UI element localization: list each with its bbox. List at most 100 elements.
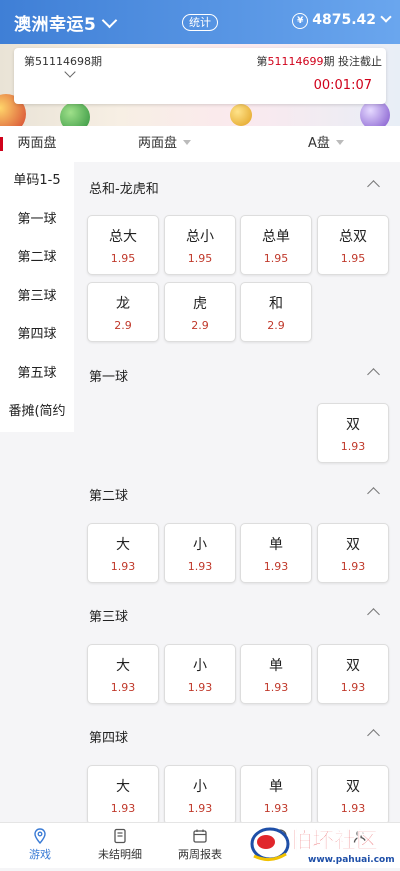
dropdown-arrow-icon [183,140,192,145]
bet-option[interactable]: 总小 1.95 [164,215,236,275]
section-title: 第二球 [89,489,129,504]
bet-option[interactable] [240,403,312,463]
sidebar: 单码1-5 第一球 第二球 第三球 第四球 第五球 番摊(简约 [0,162,74,432]
bet-option[interactable]: 虎 2.9 [164,282,236,342]
bet-option[interactable]: 单 1.93 [240,765,312,822]
watermark-logo-icon: 怕坏社区 www.pahuai.com [250,827,395,865]
current-period-prefix: 第 [256,55,268,68]
bet-option[interactable] [87,403,159,463]
nav-label: 未结明细 [98,848,142,861]
app-header: 澳洲幸运5 统计 ¥4875.42 [0,0,400,44]
svg-text:怕坏社区: 怕坏社区 [290,828,378,854]
option-name: 总小 [186,229,214,245]
sidebar-item-ball-3[interactable]: 第三球 [0,278,74,317]
option-name: 双 [346,537,360,553]
bet-option[interactable]: 小 1.93 [164,523,236,583]
option-name: 小 [193,537,207,553]
bet-option[interactable]: 龙 2.9 [87,282,159,342]
game-title: 澳洲幸运5 [14,15,97,35]
bet-option[interactable]: 双 1.93 [317,644,389,704]
option-name: 单 [269,779,283,795]
collapse-icon[interactable] [367,368,380,381]
bet-option[interactable]: 总单 1.95 [240,215,312,275]
lottery-ball-icon [230,104,252,126]
option-odds: 2.9 [191,319,209,332]
play-tabs: 两面盘 两面盘 A盘 [0,126,400,162]
location-icon [34,828,46,844]
option-name: 龙 [116,296,130,312]
current-period-number: 51114699 [267,55,324,68]
watermark: 怕坏社区 www.pahuai.com [246,818,396,867]
bet-option[interactable]: 双 1.93 [317,523,389,583]
nav-two-week-report[interactable]: 两周报表 [160,823,240,868]
sidebar-item-single-1-5[interactable]: 单码1-5 [0,162,74,201]
option-name: 双 [346,779,360,795]
game-selector[interactable]: 澳洲幸运5 [14,10,118,35]
calendar-icon [193,829,207,843]
chevron-down-icon [102,12,118,29]
bet-option[interactable]: 大 1.93 [87,765,159,822]
option-odds: 1.93 [187,560,213,573]
bet-option[interactable]: 双 1.93 [317,403,389,463]
bet-option[interactable]: 单 1.93 [240,523,312,583]
option-odds: 2.9 [267,319,285,332]
bet-option[interactable]: 总大 1.95 [87,215,159,275]
bet-option[interactable] [164,403,236,463]
play-type-dropdown[interactable]: 两面盘 [138,126,192,162]
collapse-icon[interactable] [367,608,380,621]
stats-button[interactable]: 统计 [182,14,218,31]
collapse-icon[interactable] [367,729,380,742]
balance-display[interactable]: ¥4875.42 [292,11,392,29]
dropdown-arrow-icon [335,140,344,145]
option-name: 总双 [339,229,367,245]
bet-option[interactable]: 小 1.93 [164,644,236,704]
option-odds: 1.93 [263,802,289,815]
sidebar-item-ball-1[interactable]: 第一球 [0,201,74,240]
balance-value: 4875.42 [312,12,376,28]
sidebar-item-ball-2[interactable]: 第二球 [0,239,74,278]
section-title: 总和-龙虎和 [89,182,159,197]
sidebar-item-fantan[interactable]: 番摊(简约 [0,393,74,432]
bet-option[interactable]: 总双 1.95 [317,215,389,275]
option-name: 大 [116,658,130,674]
sidebar-item-ball-4[interactable]: 第四球 [0,316,74,355]
bet-option[interactable]: 双 1.93 [317,765,389,822]
option-odds: 1.95 [340,252,366,265]
nav-label: 游戏 [29,848,51,861]
option-name: 单 [269,537,283,553]
nav-games[interactable]: 游戏 [0,823,80,868]
option-odds: 1.93 [263,681,289,694]
draw-info-card: 第51114698期 第51114699期 投注截止 00:01:07 [14,48,386,104]
section-title: 第三球 [89,610,129,625]
nav-unsettled[interactable]: 未结明细 [80,823,160,868]
option-odds: 1.93 [340,560,366,573]
current-period-suffix: 期 投注截止 [323,55,383,68]
bet-option[interactable]: 大 1.93 [87,523,159,583]
tab-two-sided[interactable]: 两面盘 [0,126,74,162]
option-name: 小 [193,779,207,795]
collapse-icon[interactable] [367,180,380,193]
bet-option[interactable]: 大 1.93 [87,644,159,704]
option-odds: 1.93 [263,560,289,573]
option-name: 虎 [193,296,207,312]
bet-option[interactable]: 单 1.93 [240,644,312,704]
option-name: 总单 [262,229,290,245]
previous-period: 第51114698期 [24,55,102,68]
option-name: 总大 [109,229,137,245]
option-odds: 1.93 [340,440,366,453]
option-odds: 1.93 [110,560,136,573]
lottery-ball-icon [60,102,90,126]
document-icon [114,828,126,844]
nav-label: 两周报表 [178,848,222,861]
option-odds: 1.93 [187,681,213,694]
option-odds: 1.95 [110,252,136,265]
bet-content: 总和-龙虎和 总大 1.95 总小 1.95 总单 1.95 总双 1.95 龙 2.9 … [74,162,400,822]
bet-option[interactable]: 和 2.9 [240,282,312,342]
option-odds: 1.93 [340,681,366,694]
option-name: 大 [116,537,130,553]
market-dropdown[interactable]: A盘 [308,126,344,162]
bet-option[interactable]: 小 1.93 [164,765,236,822]
option-name: 双 [346,658,360,674]
collapse-icon[interactable] [367,487,380,500]
sidebar-item-ball-5[interactable]: 第五球 [0,355,74,394]
